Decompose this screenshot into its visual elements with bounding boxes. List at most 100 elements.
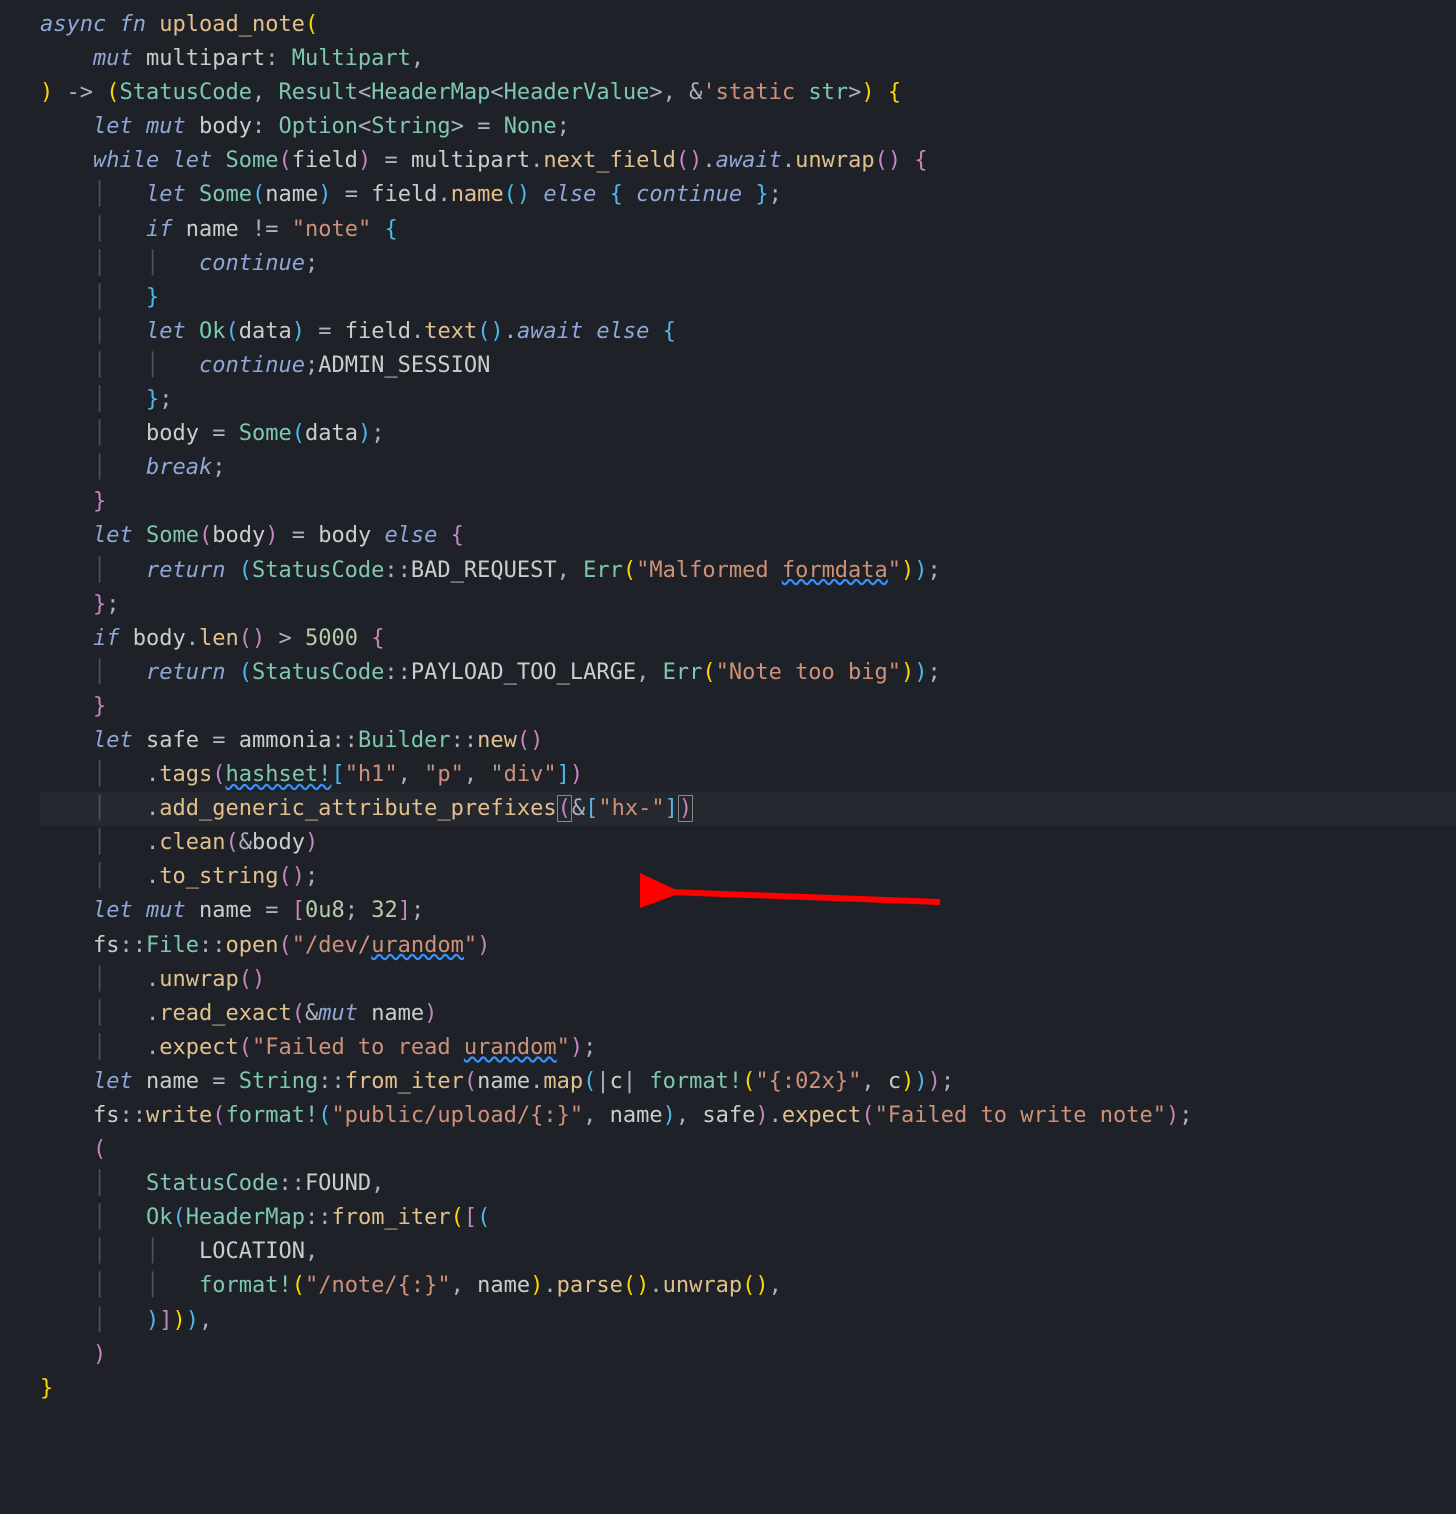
fn-call: to_string xyxy=(159,864,278,889)
kw-continue: continue xyxy=(199,251,305,276)
code-line: │ .expect("Failed to read urandom"); xyxy=(40,1031,1456,1065)
fn-call: text xyxy=(424,319,477,344)
fn-call: expect xyxy=(159,1035,238,1060)
fn-call: open xyxy=(225,933,278,958)
kw-mut: mut xyxy=(146,114,186,139)
code-line: │ body = Some(data); xyxy=(40,417,1456,451)
code-line-highlighted: │ .add_generic_attribute_prefixes(&["hx-… xyxy=(40,792,1456,826)
string: "hx-" xyxy=(598,796,664,821)
code-line: │ let Some(name) = field.name() else { c… xyxy=(40,178,1456,212)
string: " xyxy=(888,558,901,583)
code-line: │ break; xyxy=(40,451,1456,485)
code-line: │ if name != "note" { xyxy=(40,213,1456,247)
type: Some xyxy=(225,148,278,173)
var: body xyxy=(146,421,199,446)
code-line: ( xyxy=(40,1133,1456,1167)
string: " xyxy=(464,933,477,958)
type: StatusCode xyxy=(146,1171,278,1196)
var: safe xyxy=(146,728,199,753)
type: Some xyxy=(239,421,292,446)
code-line: } xyxy=(40,1372,1456,1406)
var: name xyxy=(265,182,318,207)
var: name xyxy=(186,217,239,242)
string-lint: urandom xyxy=(464,1035,557,1060)
type: StatusCode xyxy=(252,558,384,583)
kw-await: await xyxy=(517,319,583,344)
kw-fn: fn xyxy=(119,12,146,37)
kw-await: await xyxy=(716,148,782,173)
string: "Note too big" xyxy=(716,660,901,685)
var: name xyxy=(477,1069,530,1094)
fn-call: unwrap xyxy=(663,1273,742,1298)
code-line: │ let Ok(data) = field.text().await else… xyxy=(40,315,1456,349)
var: c xyxy=(610,1069,623,1094)
macro: format! xyxy=(649,1069,742,1094)
code-line: │ │ continue;ADMIN_SESSION xyxy=(40,349,1456,383)
var: name xyxy=(146,1069,199,1094)
type: String xyxy=(239,1069,318,1094)
kw-let: let xyxy=(93,728,133,753)
code-line: │ │ continue; xyxy=(40,247,1456,281)
string-lint: formdata xyxy=(782,558,888,583)
code-line: │ .read_exact(&mut name) xyxy=(40,997,1456,1031)
code-line: │ } xyxy=(40,281,1456,315)
code-line: while let Some(field) = multipart.next_f… xyxy=(40,144,1456,178)
string: "note" xyxy=(292,217,371,242)
fn-call: parse xyxy=(557,1273,623,1298)
module: fs xyxy=(93,933,120,958)
code-line: fs::write(format!("public/upload/{:}", n… xyxy=(40,1099,1456,1133)
var: name xyxy=(610,1103,663,1128)
kw-let: let xyxy=(93,898,133,923)
kw-if: if xyxy=(146,217,173,242)
string: "/note/{:}" xyxy=(305,1273,451,1298)
fn-call: unwrap xyxy=(159,967,238,992)
identifier: ADMIN_SESSION xyxy=(318,353,490,378)
num: 0u8 xyxy=(305,898,345,923)
const: LOCATION xyxy=(199,1239,305,1264)
string: "public/upload/{:}" xyxy=(331,1103,583,1128)
type: Ok xyxy=(199,319,226,344)
type: Some xyxy=(146,523,199,548)
num: 5000 xyxy=(305,626,358,651)
type: Some xyxy=(199,182,252,207)
code-line: fs::File::open("/dev/urandom") xyxy=(40,929,1456,963)
code-line: │ return (StatusCode::PAYLOAD_TOO_LARGE,… xyxy=(40,656,1456,690)
fn-call: name xyxy=(451,182,504,207)
kw-let: let xyxy=(93,114,133,139)
kw-break: break xyxy=(146,455,212,480)
fn-call: add_generic_attribute_prefixes xyxy=(159,796,556,821)
var: name xyxy=(477,1273,530,1298)
code-line: mut multipart: Multipart, xyxy=(40,42,1456,76)
type: Option xyxy=(278,114,357,139)
lifetime: 'static xyxy=(702,80,795,105)
string: "/dev/ xyxy=(292,933,371,958)
var: multipart xyxy=(411,148,530,173)
code-line: let mut body: Option<String> = None; xyxy=(40,110,1456,144)
code-line: │ StatusCode::FOUND, xyxy=(40,1167,1456,1201)
type: File xyxy=(146,933,199,958)
var: body xyxy=(318,523,371,548)
param: multipart xyxy=(146,46,265,71)
kw-mut: mut xyxy=(146,898,186,923)
string: "h1" xyxy=(345,762,398,787)
code-line: │ │ LOCATION, xyxy=(40,1235,1456,1269)
type: Multipart xyxy=(292,46,411,71)
code-line: │ }; xyxy=(40,383,1456,417)
code-line: ) xyxy=(40,1338,1456,1372)
kw-let: let xyxy=(172,148,212,173)
code-line: │ .tags(hashset!["h1", "p", "div"]) xyxy=(40,758,1456,792)
code-line: let mut name = [0u8; 32]; xyxy=(40,894,1456,928)
var: body xyxy=(212,523,265,548)
module: fs xyxy=(93,1103,120,1128)
code-line: │ return (StatusCode::BAD_REQUEST, Err("… xyxy=(40,554,1456,588)
string: " xyxy=(557,1035,570,1060)
kw-continue: continue xyxy=(199,353,305,378)
module: ammonia xyxy=(239,728,332,753)
var: body xyxy=(199,114,252,139)
string-lint: urandom xyxy=(371,933,464,958)
var: body xyxy=(133,626,186,651)
code-line: │ │ format!("/note/{:}", name).parse().u… xyxy=(40,1269,1456,1303)
var: field xyxy=(371,182,437,207)
kw-let: let xyxy=(93,523,133,548)
type: HeaderMap xyxy=(371,80,490,105)
